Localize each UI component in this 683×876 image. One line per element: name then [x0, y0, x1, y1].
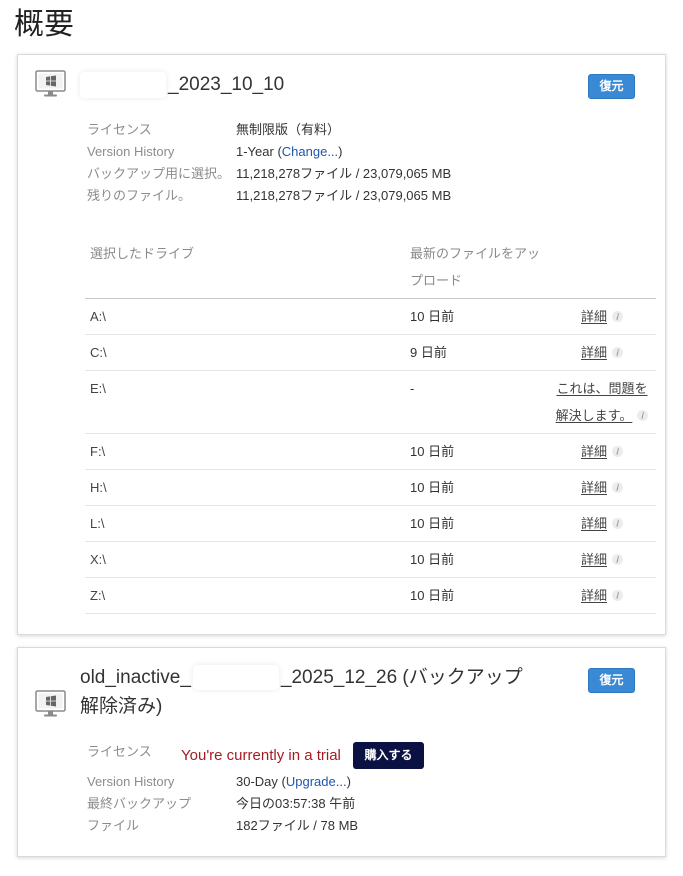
version-history-row: Version History 1-Year (Change...) — [87, 141, 451, 163]
details-link[interactable]: 詳細 — [581, 444, 607, 459]
info-icon[interactable] — [612, 518, 623, 529]
computer-name: old_inactive_ _2025_12_26 (バックアップ解除済み) — [80, 663, 530, 721]
last-upload: 10 日前 — [410, 480, 455, 495]
computer-name: _2023_10_10 — [80, 71, 284, 99]
selected-files-row: バックアップ用に選択。 11,218,278ファイル / 23,079,065 … — [87, 163, 451, 185]
selected-files-value: 11,218,278ファイル / 23,079,065 MB — [236, 166, 452, 181]
redacted-name — [80, 71, 166, 98]
upgrade-link[interactable]: Upgrade... — [286, 774, 347, 789]
last-backup-label: 最終バックアップ — [87, 796, 192, 811]
table-row: A:\ 10 日前 詳細 — [85, 299, 656, 335]
details-link[interactable]: 詳細 — [581, 345, 607, 360]
table-row: L:\ 10 日前 詳細 — [85, 506, 656, 542]
info-icon[interactable] — [612, 554, 623, 565]
last-backup-value: 今日の03:57:38 午前 — [236, 796, 356, 811]
files-row: ファイル 182ファイル / 78 MB — [87, 815, 358, 837]
license-label: ライセンス — [87, 744, 152, 759]
computer-icon — [35, 70, 66, 97]
computer-name-suffix: _2023_10_10 — [168, 74, 285, 95]
drive-letter: L:\ — [90, 516, 105, 531]
version-history-value: 1-Year (Change...) — [236, 141, 343, 163]
header-action — [553, 240, 656, 294]
version-history-suffix: ) — [346, 774, 351, 789]
drive-action: これは、問題を解決します。 — [553, 375, 656, 429]
last-upload: 10 日前 — [410, 444, 455, 459]
drive-letter: C:\ — [90, 345, 107, 360]
drive-action: 詳細 — [553, 510, 656, 537]
version-history-row: Version History 30-Day (Upgrade...) — [87, 771, 351, 793]
computer-card-inactive: old_inactive_ _2025_12_26 (バックアップ解除済み) 復元… — [17, 647, 666, 857]
drive-letter: F:\ — [90, 444, 106, 459]
version-history-label: Version History — [87, 774, 175, 789]
restore-button[interactable]: 復元 — [588, 74, 635, 99]
table-row: F:\ 10 日前 詳細 — [85, 434, 656, 470]
info-icon[interactable] — [612, 482, 623, 493]
remaining-files-value: 11,218,278ファイル / 23,079,065 MB — [236, 188, 452, 203]
drives-table: 選択したドライブ 最新のファイルをアップロード A:\ 10 日前 詳細 C:\… — [85, 240, 656, 614]
version-history-prefix: 30-Day ( — [236, 774, 286, 789]
table-row: Z:\ 10 日前 詳細 — [85, 578, 656, 614]
last-upload: - — [410, 381, 415, 396]
files-value: 182ファイル / 78 MB — [236, 818, 359, 833]
info-icon[interactable] — [612, 590, 623, 601]
computer-card: _2023_10_10 復元 ライセンス 無制限版（有料） Version Hi… — [17, 54, 666, 635]
details-link[interactable]: 詳細 — [581, 309, 607, 324]
details-link[interactable]: 詳細 — [581, 480, 607, 495]
last-upload: 10 日前 — [410, 552, 455, 567]
page-title: 概要 — [14, 8, 74, 41]
buy-button[interactable]: 購入する — [353, 742, 424, 769]
drive-action: 詳細 — [553, 303, 656, 330]
license-row: ライセンス 無制限版（有料） — [87, 119, 451, 141]
details-link[interactable]: 詳細 — [581, 588, 607, 603]
table-row: X:\ 10 日前 詳細 — [85, 542, 656, 578]
table-row: H:\ 10 日前 詳細 — [85, 470, 656, 506]
last-upload: 10 日前 — [410, 516, 455, 531]
drive-letter: H:\ — [90, 480, 107, 495]
last-upload: 10 日前 — [410, 588, 455, 603]
license-label: ライセンス — [87, 122, 152, 137]
drive-action: 詳細 — [553, 474, 656, 501]
drive-action: 詳細 — [553, 339, 656, 366]
files-label: ファイル — [87, 818, 140, 833]
info-icon[interactable] — [612, 311, 623, 322]
drive-letter: Z:\ — [90, 588, 106, 603]
drive-action: 詳細 — [553, 546, 656, 573]
header-selected-drive: 選択したドライブ — [90, 246, 195, 261]
drive-letter: X:\ — [90, 552, 106, 567]
remaining-files-row: 残りのファイル。 11,218,278ファイル / 23,079,065 MB — [87, 185, 451, 207]
drive-action: 詳細 — [553, 438, 656, 465]
trial-status-text: You're currently in a trial — [181, 747, 341, 764]
version-history-prefix: 1-Year ( — [236, 144, 282, 159]
info-icon[interactable] — [612, 446, 623, 457]
computer-name-prefix: old_inactive_ — [80, 667, 191, 688]
version-history-suffix: ) — [338, 144, 343, 159]
header-last-upload: 最新のファイルをアップロード — [410, 246, 541, 288]
last-backup-row: 最終バックアップ 今日の03:57:38 午前 — [87, 793, 355, 815]
remaining-files-label: 残りのファイル。 — [87, 188, 192, 203]
info-icon[interactable] — [637, 410, 649, 421]
last-upload: 9 日前 — [410, 345, 447, 360]
drives-table-header: 選択したドライブ 最新のファイルをアップロード — [85, 240, 656, 299]
last-upload: 10 日前 — [410, 309, 455, 324]
restore-button[interactable]: 復元 — [588, 668, 635, 693]
redacted-name — [192, 665, 279, 691]
drive-action: 詳細 — [553, 582, 656, 609]
fix-problem-link[interactable]: これは、問題を解決します。 — [556, 381, 648, 423]
computer-info: ライセンス 無制限版（有料） Version History 1-Year (C… — [87, 119, 451, 207]
table-row: E:\ - これは、問題を解決します。 — [85, 371, 656, 434]
change-plan-link[interactable]: Change... — [282, 144, 338, 159]
license-value: 無制限版（有料） — [236, 122, 341, 137]
info-icon[interactable] — [612, 347, 623, 358]
selected-files-label: バックアップ用に選択。 — [87, 166, 231, 181]
version-history-label: Version History — [87, 144, 175, 159]
details-link[interactable]: 詳細 — [581, 516, 607, 531]
drive-letter: E:\ — [90, 381, 106, 396]
table-row: C:\ 9 日前 詳細 — [85, 335, 656, 371]
details-link[interactable]: 詳細 — [581, 552, 607, 567]
version-history-value: 30-Day (Upgrade...) — [236, 771, 351, 793]
computer-icon — [35, 690, 66, 717]
drive-letter: A:\ — [90, 309, 106, 324]
